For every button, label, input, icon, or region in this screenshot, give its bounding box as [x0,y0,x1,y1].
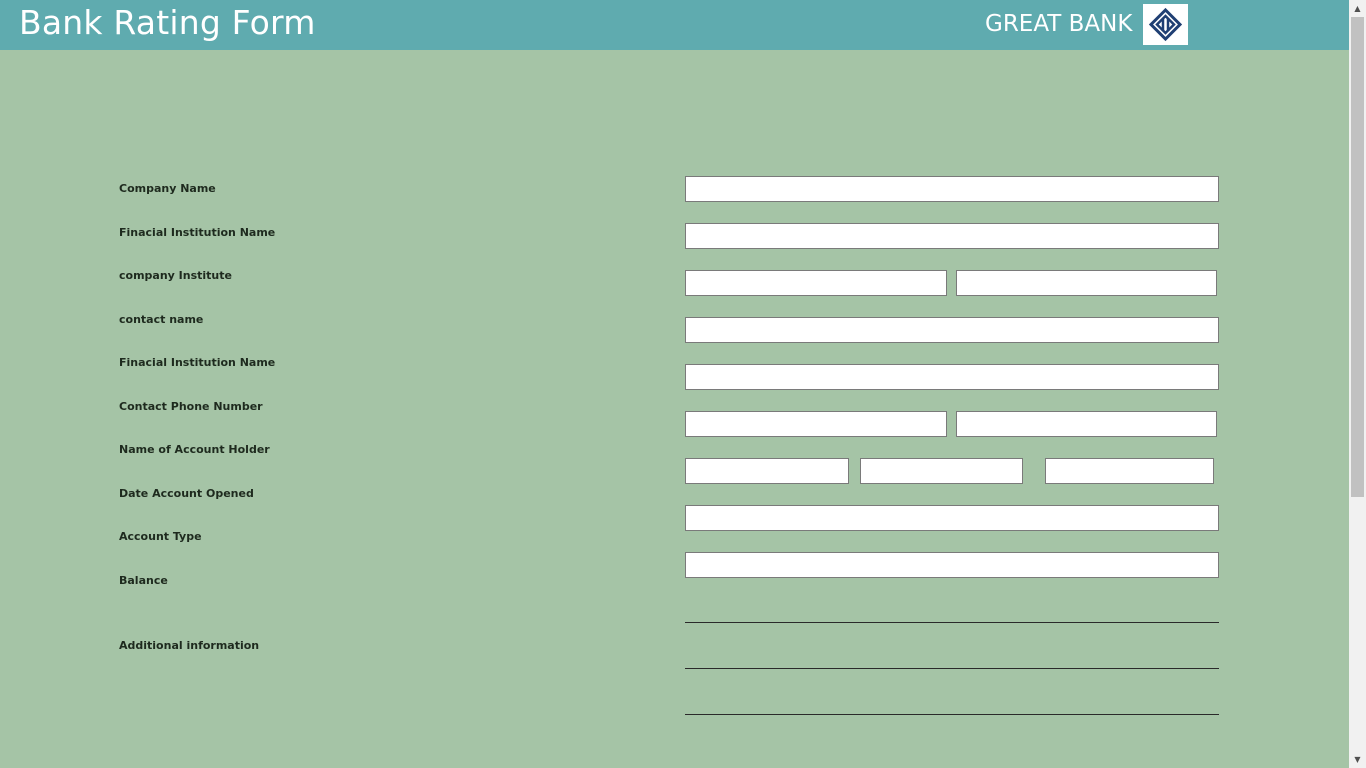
label-balance: Balance [119,574,168,587]
company-name-input[interactable] [685,176,1219,202]
scroll-up-arrow-icon[interactable]: ▲ [1349,0,1366,17]
page-title: Bank Rating Form [19,3,316,42]
vertical-scrollbar[interactable]: ▲ ▼ [1349,0,1366,768]
account-holder-input-3[interactable] [1045,458,1214,484]
date-account-opened-input[interactable] [685,505,1219,531]
financial-institution-name-input-2[interactable] [685,364,1219,390]
additional-info-line-2[interactable] [685,668,1219,669]
label-financial-institution-name: Finacial Institution Name [119,226,276,239]
contact-name-input[interactable] [685,317,1219,343]
app-header: Bank Rating Form GREAT BANK [0,0,1349,50]
label-contact-name: contact name [119,313,204,326]
brand-name: GREAT BANK [985,11,1133,37]
scroll-down-arrow-icon[interactable]: ▼ [1349,751,1366,768]
financial-institution-name-input[interactable] [685,223,1219,249]
company-institute-input-2[interactable] [956,270,1217,296]
account-holder-input-1[interactable] [685,458,849,484]
additional-info-line-3[interactable] [685,714,1219,715]
account-type-input[interactable] [685,552,1219,578]
company-institute-input-1[interactable] [685,270,947,296]
label-company-name: Company Name [119,182,216,195]
label-contact-phone-number: Contact Phone Number [119,400,263,413]
diamond-logo-icon [1143,4,1188,45]
label-account-holder: Name of Account Holder [119,443,270,456]
account-holder-input-2[interactable] [860,458,1023,484]
additional-info-line-1[interactable] [685,622,1219,623]
label-financial-institution-name-2: Finacial Institution Name [119,356,276,369]
scrollbar-thumb[interactable] [1351,17,1364,497]
label-company-institute: company Institute [119,269,232,282]
label-date-account-opened: Date Account Opened [119,487,254,500]
label-additional-information: Additional information [119,639,260,652]
contact-phone-input-1[interactable] [685,411,947,437]
contact-phone-input-2[interactable] [956,411,1217,437]
label-account-type: Account Type [119,530,202,543]
